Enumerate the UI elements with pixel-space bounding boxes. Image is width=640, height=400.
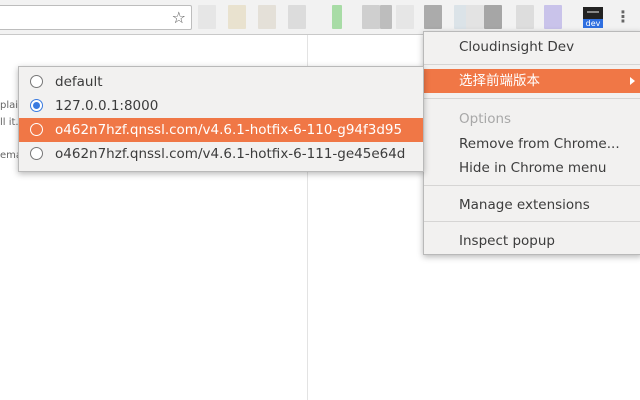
vertical-ellipsis-icon[interactable]: ⋮ — [612, 6, 634, 28]
extension-icon[interactable] — [396, 5, 414, 29]
version-option-label: default — [55, 74, 103, 90]
extension-icon[interactable] — [258, 5, 276, 29]
extension-icon[interactable] — [362, 5, 380, 29]
radio-unchecked-icon — [30, 123, 43, 136]
address-bar[interactable]: ☆ — [0, 5, 192, 30]
menu-separator — [424, 185, 640, 186]
extension-icon[interactable] — [424, 5, 442, 29]
menu-item-options: Options — [459, 111, 512, 127]
menu-item-remove-from-chrome[interactable]: Remove from Chrome... — [424, 132, 640, 156]
frontend-version-submenu: default 127.0.0.1:8000 o462n7hzf.qnssl.c… — [18, 66, 424, 172]
menu-item-label: 选择前端版本 — [459, 73, 540, 89]
cloudinsight-logo-icon — [583, 7, 603, 19]
page-text-fragment: ll it. — [0, 117, 19, 128]
dev-badge: dev — [583, 19, 603, 28]
menu-separator — [424, 221, 640, 222]
version-option-hotfix-111[interactable]: o462n7hzf.qnssl.com/v4.6.1-hotfix-6-111-… — [19, 142, 423, 166]
menu-item-manage-extensions[interactable]: Manage extensions — [424, 193, 640, 217]
version-option-label: o462n7hzf.qnssl.com/v4.6.1-hotfix-6-110-… — [55, 122, 403, 138]
menu-separator — [424, 64, 640, 65]
extension-icon[interactable] — [484, 5, 502, 29]
cloudinsight-extension-button[interactable]: dev — [583, 7, 603, 28]
version-option-label: 127.0.0.1:8000 — [55, 98, 159, 114]
bookmark-star-icon[interactable]: ☆ — [172, 7, 186, 28]
radio-unchecked-icon — [30, 75, 43, 88]
menu-separator — [424, 98, 640, 99]
page-text-fragment: plai — [0, 100, 19, 111]
extension-icon[interactable] — [332, 5, 342, 29]
radio-checked-icon — [30, 99, 43, 112]
version-option-localhost[interactable]: 127.0.0.1:8000 — [19, 94, 423, 118]
menu-item-select-frontend-version[interactable]: 选择前端版本 — [424, 69, 640, 93]
extension-icon[interactable] — [544, 5, 562, 29]
extension-icon[interactable] — [198, 5, 216, 29]
version-option-hotfix-110[interactable]: o462n7hzf.qnssl.com/v4.6.1-hotfix-6-110-… — [19, 118, 423, 142]
extension-icon[interactable] — [380, 5, 392, 29]
submenu-arrow-icon — [630, 77, 635, 85]
version-option-default[interactable]: default — [19, 70, 423, 94]
extension-context-menu: Cloudinsight Dev 选择前端版本 Options Remove f… — [423, 31, 640, 255]
radio-unchecked-icon — [30, 147, 43, 160]
menu-item-inspect-popup[interactable]: Inspect popup — [424, 229, 640, 253]
extension-icon[interactable] — [228, 5, 246, 29]
extension-icon[interactable] — [466, 5, 484, 29]
menu-item-hide-in-chrome-menu[interactable]: Hide in Chrome menu — [424, 156, 640, 180]
extension-icon[interactable] — [516, 5, 534, 29]
extension-icon[interactable] — [288, 5, 306, 29]
menu-item-extension-name[interactable]: Cloudinsight Dev — [424, 35, 640, 59]
version-option-label: o462n7hzf.qnssl.com/v4.6.1-hotfix-6-111-… — [55, 146, 406, 162]
browser-toolbar: ☆ dev ⋮ — [0, 0, 640, 35]
